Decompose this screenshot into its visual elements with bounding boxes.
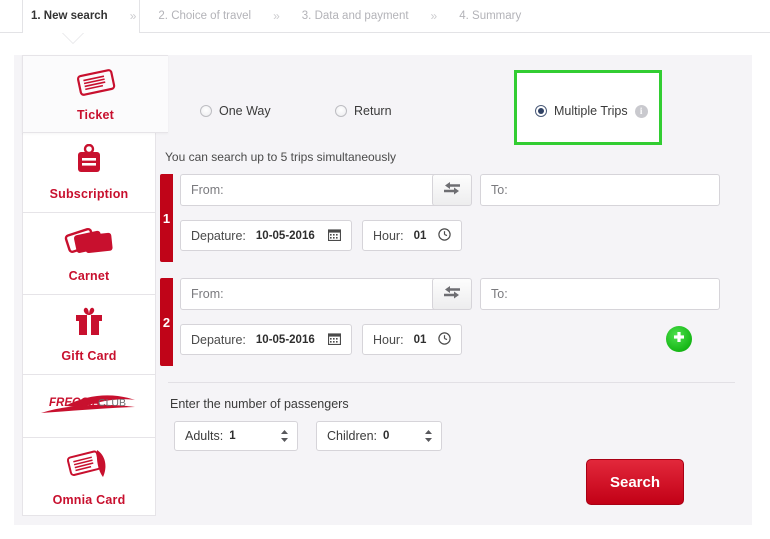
departure-date-value: 10-05-2016: [255, 229, 315, 242]
from-placeholder: From:: [191, 287, 224, 301]
freccia-logo-text-1: FRECCIA: [49, 397, 100, 409]
sidebar-item-label-ticket: Ticket: [76, 107, 115, 122]
to-input[interactable]: To:: [480, 174, 720, 206]
sidebar-item-ticket[interactable]: Ticket: [22, 55, 168, 133]
sidebar-item-omnia-card[interactable]: Omnia Card: [22, 438, 156, 516]
multi-trip-form: You can search up to 5 trips simultaneou…: [160, 150, 740, 455]
calendar-icon[interactable]: [327, 228, 342, 244]
clock-icon[interactable]: [438, 331, 451, 348]
adults-stepper[interactable]: Adults: 1: [174, 421, 298, 451]
adults-spinner-icon[interactable]: [280, 429, 289, 443]
sidebar-item-gift-card[interactable]: Gift Card: [22, 295, 156, 375]
from-input[interactable]: From:: [180, 278, 440, 310]
breadcrumb: 1. New search » 2. Choice of travel » 3.…: [0, 0, 521, 32]
radio-one-way[interactable]: One Way: [200, 104, 271, 118]
hour-value: 01: [413, 229, 427, 242]
passengers-title: Enter the number of passengers: [170, 397, 349, 411]
gift-box-icon: [72, 306, 106, 343]
departure-label: Depature:: [191, 228, 246, 243]
steps-bar: 1. New search » 2. Choice of travel » 3.…: [0, 0, 770, 33]
breadcrumb-step-2[interactable]: 2. Choice of travel: [158, 10, 251, 22]
trip-row: 1 From: To: Depature: 10-05-2016 Hour: 0…: [160, 174, 740, 266]
children-stepper[interactable]: Children: 0: [316, 421, 442, 451]
departure-date-input[interactable]: Depature: 10-05-2016: [180, 324, 352, 355]
omnia-card-icon: [63, 446, 115, 487]
swap-arrows-icon: [442, 180, 462, 201]
from-input[interactable]: From:: [180, 174, 440, 206]
to-placeholder: To:: [491, 287, 508, 301]
passengers-divider: [168, 382, 735, 383]
departure-date-input[interactable]: Depature: 10-05-2016: [180, 220, 352, 251]
breadcrumb-step-3[interactable]: 3. Data and payment: [302, 10, 409, 22]
radio-label-return: Return: [354, 104, 392, 118]
children-spinner-icon[interactable]: [424, 429, 433, 443]
plus-circle-icon: [671, 329, 687, 350]
clock-icon[interactable]: [438, 227, 451, 244]
swap-stations-button[interactable]: [432, 174, 472, 206]
sidebar-item-label-subscription: Subscription: [49, 187, 129, 201]
breadcrumb-separator-1: »: [129, 9, 137, 23]
freccia-club-logo: FRECCIA CLUB: [35, 389, 143, 424]
sidebar-item-subscription[interactable]: Subscription: [22, 133, 156, 213]
from-placeholder: From:: [191, 183, 224, 197]
radio-dot-return[interactable]: [335, 105, 347, 117]
calendar-icon[interactable]: [327, 332, 342, 348]
sidebar-item-freccia-club[interactable]: FRECCIA CLUB: [22, 375, 156, 438]
radio-dot-multiple-trips[interactable]: [535, 105, 547, 117]
sidebar-item-carnet[interactable]: Carnet: [22, 213, 156, 295]
add-trip-button[interactable]: [666, 326, 692, 352]
adults-value: 1: [229, 430, 236, 442]
breadcrumb-step-1[interactable]: 1. New search: [31, 10, 108, 22]
adults-label: Adults:: [185, 429, 224, 443]
radio-multiple-trips[interactable]: Multiple Trips i: [535, 104, 648, 118]
active-step-pointer: [62, 32, 84, 43]
to-placeholder: To:: [491, 183, 508, 197]
sidebar-item-label-omnia-card: Omnia Card: [52, 493, 126, 507]
swap-stations-button[interactable]: [432, 278, 472, 310]
hour-label: Hour:: [373, 228, 404, 243]
trip-row: 2 From: To: Depature: 10-05-2016 Hour: 0…: [160, 278, 740, 370]
radio-label-one-way: One Way: [219, 104, 271, 118]
passengers-row: Adults: 1 Children: 0: [174, 421, 740, 455]
info-icon[interactable]: i: [634, 104, 648, 118]
subscription-badge-icon: [72, 143, 106, 181]
ticket-icon: [74, 67, 118, 102]
swap-arrows-icon: [442, 284, 462, 305]
trips-hint: You can search up to 5 trips simultaneou…: [165, 150, 397, 164]
departure-hour-input[interactable]: Hour: 01: [362, 220, 462, 251]
to-input[interactable]: To:: [480, 278, 720, 310]
departure-label: Depature:: [191, 332, 246, 347]
product-sidebar: Ticket Subscription Carnet Gift Card FRE…: [22, 55, 168, 516]
breadcrumb-separator-3: »: [430, 9, 438, 23]
children-label: Children:: [327, 429, 378, 443]
breadcrumb-separator-2: »: [273, 9, 280, 23]
children-value: 0: [383, 430, 390, 442]
departure-hour-input[interactable]: Hour: 01: [362, 324, 462, 355]
search-button[interactable]: Search: [586, 459, 684, 505]
radio-dot-one-way[interactable]: [200, 105, 212, 117]
hour-label: Hour:: [373, 332, 404, 347]
hour-value: 01: [413, 333, 427, 346]
sidebar-item-label-carnet: Carnet: [68, 269, 110, 283]
trip-number-badge: 1: [160, 174, 173, 262]
radio-label-multiple-trips: Multiple Trips: [554, 104, 628, 118]
sidebar-item-label-gift-card: Gift Card: [61, 349, 117, 363]
freccia-logo-text-2: CLUB: [98, 397, 126, 409]
breadcrumb-step-4[interactable]: 4. Summary: [459, 10, 521, 22]
departure-date-value: 10-05-2016: [255, 333, 315, 346]
carnet-cards-icon: [63, 224, 115, 263]
trip-number-badge: 2: [160, 278, 173, 366]
trip-type-options: One Way Return Multiple Trips i: [160, 62, 740, 145]
radio-return[interactable]: Return: [335, 104, 392, 118]
